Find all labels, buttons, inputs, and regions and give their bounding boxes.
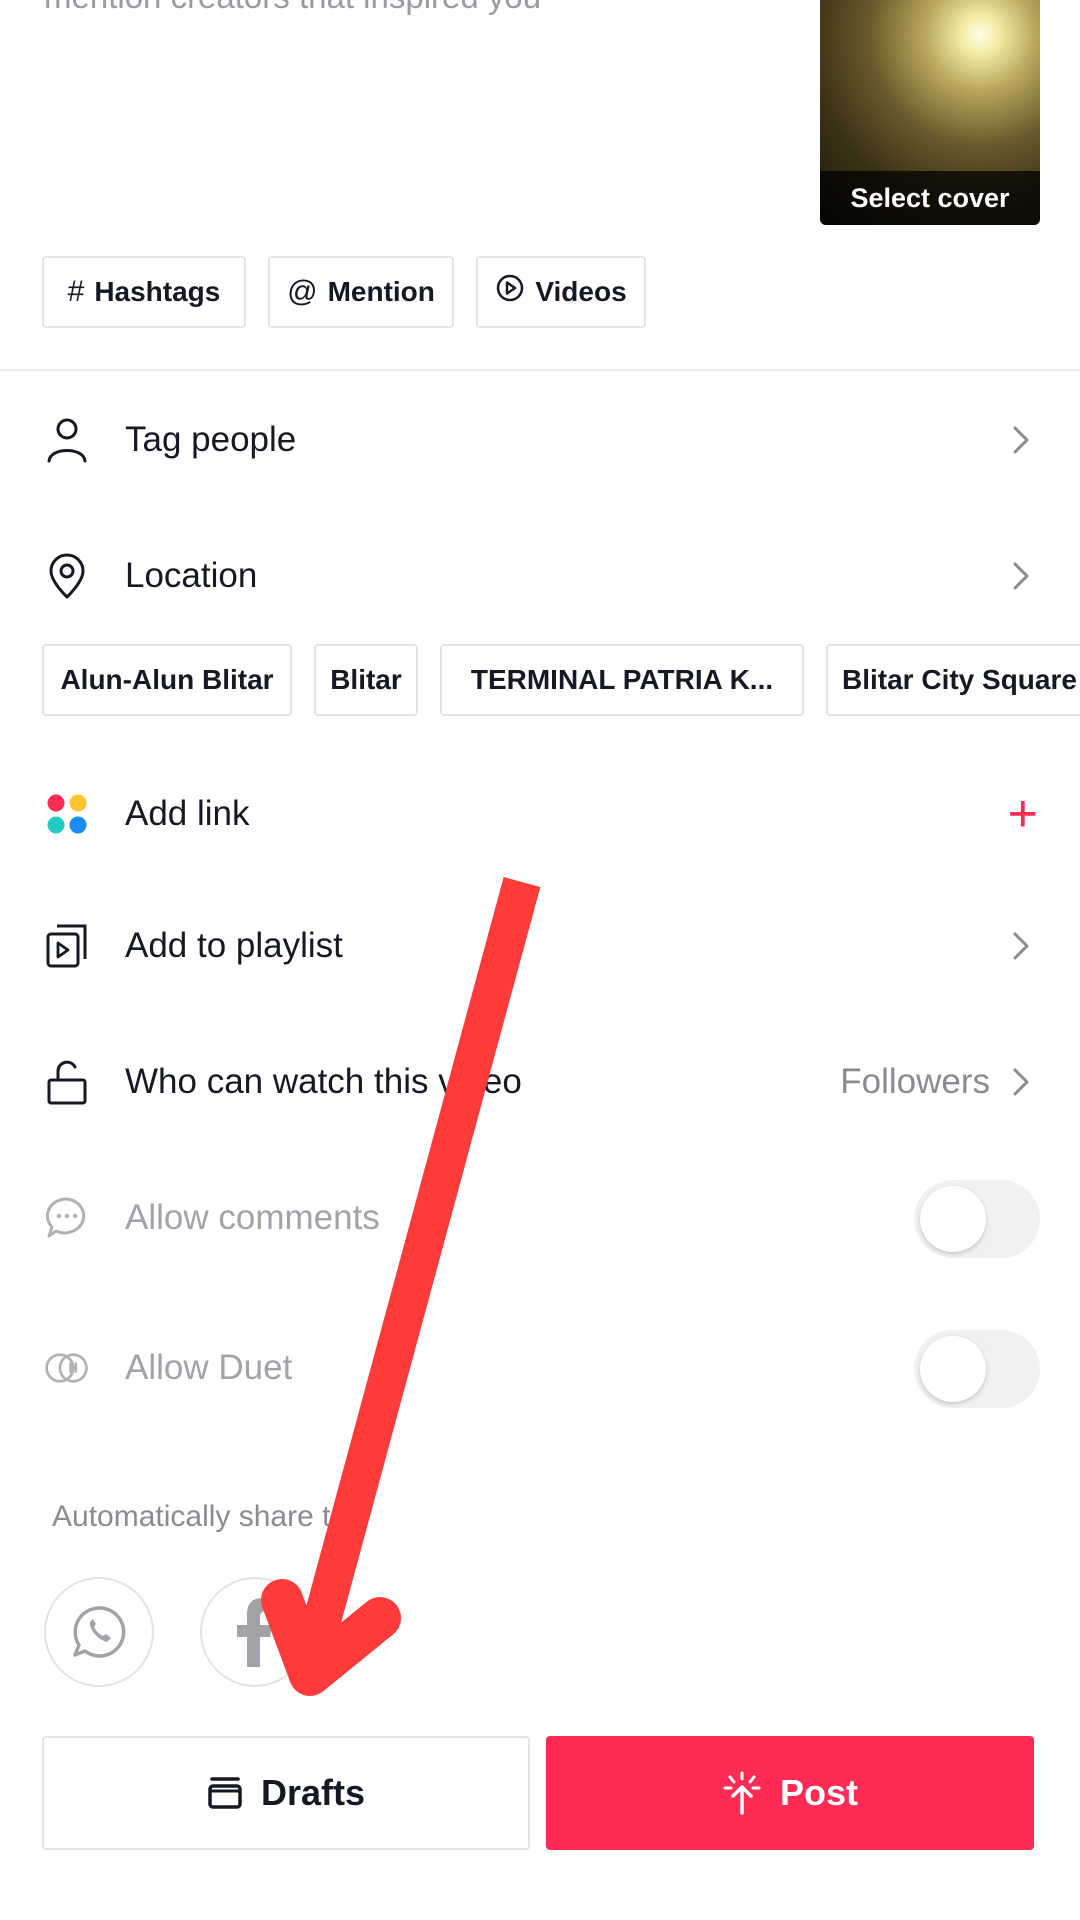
toggle-knob xyxy=(920,1336,986,1402)
allow-comments-toggle[interactable] xyxy=(914,1180,1040,1258)
allow-duet-label: Allow Duet xyxy=(125,1348,293,1387)
allow-comments-label: Allow comments xyxy=(125,1198,380,1237)
post-label: Post xyxy=(779,1772,858,1813)
post-sparkle-icon xyxy=(723,1771,761,1815)
playlist-icon xyxy=(44,923,90,969)
tag-people-label: Tag people xyxy=(125,420,297,459)
plus-icon[interactable]: + xyxy=(1008,788,1038,840)
duet-icon xyxy=(44,1345,90,1391)
person-icon xyxy=(44,417,90,463)
chevron-right-icon xyxy=(1013,426,1029,454)
mention-label: Mention xyxy=(327,276,435,307)
add-to-playlist-label: Add to playlist xyxy=(125,926,343,965)
apps-dots-icon xyxy=(44,791,90,837)
mention-chip[interactable]: @ Mention xyxy=(268,256,454,328)
chevron-right-icon xyxy=(1013,1068,1029,1096)
location-suggestion[interactable]: Alun-Alun Blitar xyxy=(42,644,292,716)
allow-duet-toggle[interactable] xyxy=(914,1330,1040,1408)
add-to-playlist-row[interactable]: Add to playlist xyxy=(0,906,1080,986)
privacy-value: Followers xyxy=(840,1062,990,1101)
facebook-icon xyxy=(237,1598,273,1667)
hashtags-chip[interactable]: # Hashtags xyxy=(42,256,246,328)
toggle-knob xyxy=(920,1186,986,1252)
caption-input[interactable]: mention creators that inspired you xyxy=(44,0,541,16)
play-circle-icon xyxy=(495,273,525,311)
divider xyxy=(0,369,1080,371)
videos-label: Videos xyxy=(535,276,627,307)
chevron-right-icon xyxy=(1013,562,1029,590)
who-can-watch-label: Who can watch this video xyxy=(125,1062,522,1101)
add-link-label: Add link xyxy=(125,794,250,833)
auto-share-title: Automatically share to: xyxy=(52,1500,356,1533)
location-label: Location xyxy=(125,556,258,595)
facebook-share-button[interactable] xyxy=(200,1577,310,1687)
location-suggestion[interactable]: TERMINAL PATRIA K... xyxy=(440,644,804,716)
hashtags-label: Hashtags xyxy=(94,276,221,307)
unlock-icon xyxy=(44,1059,90,1105)
post-settings-screen: mention creators that inspired you Selec… xyxy=(0,0,1080,1920)
drafts-icon xyxy=(208,1777,242,1809)
whatsapp-icon xyxy=(73,1606,126,1658)
location-suggestion[interactable]: Blitar City Square xyxy=(826,644,1080,716)
drafts-label: Drafts xyxy=(260,1772,366,1813)
post-button[interactable]: Post xyxy=(546,1736,1034,1850)
videos-chip[interactable]: Videos xyxy=(476,256,646,328)
who-can-watch-row[interactable]: Who can watch this video Followers xyxy=(0,1042,1080,1122)
location-pin-icon xyxy=(44,553,90,599)
hashtag-icon: # xyxy=(67,275,85,308)
drafts-button[interactable]: Drafts xyxy=(42,1736,530,1850)
select-cover-button[interactable]: Select cover xyxy=(820,171,1040,225)
comment-icon xyxy=(44,1195,90,1241)
add-link-row[interactable]: Add link + xyxy=(0,774,1080,854)
at-icon: @ xyxy=(287,275,318,308)
chevron-right-icon xyxy=(1013,932,1029,960)
location-suggestion[interactable]: Blitar xyxy=(314,644,418,716)
whatsapp-share-button[interactable] xyxy=(44,1577,154,1687)
cover-thumbnail[interactable]: Select cover xyxy=(820,0,1040,225)
location-row[interactable]: Location xyxy=(0,536,1080,616)
tag-people-row[interactable]: Tag people xyxy=(0,400,1080,480)
